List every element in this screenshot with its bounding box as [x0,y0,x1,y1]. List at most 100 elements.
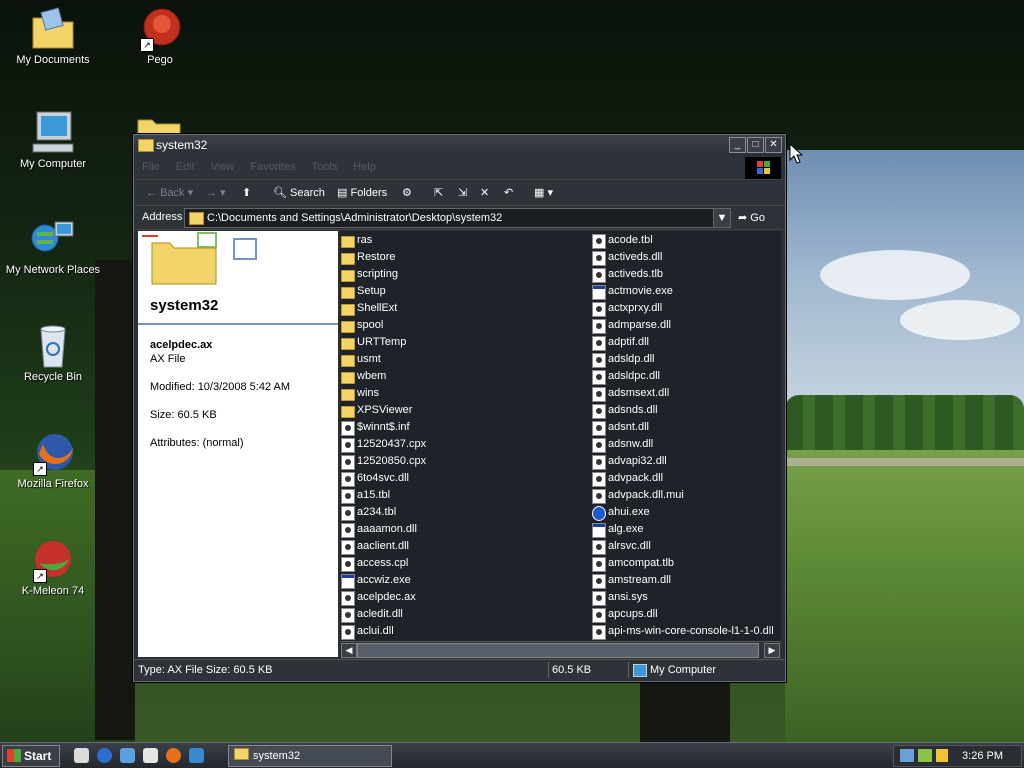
up-folder-icon[interactable]: ⬆ [242,185,251,201]
menu-help[interactable]: Help [345,157,384,173]
file-name: alg.exe [608,523,644,535]
copy-to-icon[interactable]: ⇲ [458,185,467,201]
file-list-item[interactable]: activeds.tlb [592,266,774,283]
maximize-button[interactable]: □ [747,137,764,153]
file-list-item[interactable]: adsldp.dll [592,351,774,368]
file-list-item[interactable]: usmt [341,351,426,368]
network-tray-icon[interactable] [900,749,914,762]
tray-icon[interactable] [918,749,932,762]
file-list-item[interactable]: advapi32.dll [592,453,774,470]
file-list-item[interactable]: acledit.dll [341,606,426,623]
file-list-item[interactable]: apcups.dll [592,606,774,623]
start-button[interactable]: Start [2,745,60,767]
address-dropdown-button[interactable]: ▼ [713,209,730,227]
file-list-item[interactable]: alg.exe [592,521,774,538]
menu-view[interactable]: View [203,157,243,173]
file-list-item[interactable]: 12520437.cpx [341,436,426,453]
address-input[interactable]: C:\Documents and Settings\Administrator\… [184,208,731,228]
file-list-item[interactable]: acelpdec.ax [341,589,426,606]
taskbar-button-system32[interactable]: system32 [228,745,392,767]
file-list-item[interactable]: aaclient.dll [341,538,426,555]
desktop-icon-pego[interactable]: ↗ Pego [110,6,210,66]
file-list-item[interactable]: a234.tbl [341,504,426,521]
go-button[interactable]: ➦ Go [738,211,765,224]
file-list-item[interactable]: amcompat.tlb [592,555,774,572]
clock[interactable]: 3:26 PM [962,750,1003,762]
file-list-item[interactable]: admparse.dll [592,317,774,334]
file-list-item[interactable]: actxprxy.dll [592,300,774,317]
window-titlebar[interactable]: system32 _ □ ✕ [134,135,785,155]
file-list-item[interactable]: spool [341,317,426,334]
folder-options-icon[interactable]: ⚙ [402,185,412,201]
file-icon [592,336,606,351]
file-list-item[interactable]: advpack.dll.mui [592,487,774,504]
folders-button[interactable]: ▤ Folders [337,185,387,201]
file-list-item[interactable]: URTTemp [341,334,426,351]
desktop-icon-k-meleon[interactable]: ↗ K-Meleon 74 [3,537,103,597]
scroll-right-button[interactable]: ▶ [764,643,780,658]
file-list-item[interactable]: acode.tbl [592,232,774,249]
file-list-item[interactable]: wins [341,385,426,402]
file-list-item[interactable]: 12520850.cpx [341,453,426,470]
file-list-item[interactable]: wbem [341,368,426,385]
horizontal-scrollbar[interactable]: ◀ ▶ [340,641,781,658]
desktop-icon-my-computer[interactable]: My Computer [3,110,103,170]
scroll-thumb[interactable] [357,643,759,658]
file-list-item[interactable]: adptif.dll [592,334,774,351]
file-list-item[interactable]: 6to4svc.dll [341,470,426,487]
move-to-icon[interactable]: ⇱ [434,185,443,201]
file-list-item[interactable]: advpack.dll [592,470,774,487]
file-list-item[interactable]: access.cpl [341,555,426,572]
file-list-item[interactable]: Restore [341,249,426,266]
messenger-icon[interactable] [189,748,204,763]
back-button[interactable]: ← Back ▾ [146,185,193,201]
desktop-icon-firefox[interactable]: ↗ Mozilla Firefox [3,430,103,490]
explorer-window[interactable]: system32 _ □ ✕ File Edit View Favorites Tool… [133,134,786,682]
file-list-item[interactable]: adsnw.dll [592,436,774,453]
views-button[interactable]: ▦ ▾ [534,185,553,201]
desktop-icon-my-documents[interactable]: My Documents [3,6,103,66]
file-list-item[interactable]: a15.tbl [341,487,426,504]
menu-tools[interactable]: Tools [304,157,346,173]
undo-icon[interactable]: ↶ [504,185,513,201]
file-list-item[interactable]: adsnds.dll [592,402,774,419]
file-list-item[interactable]: XPSViewer [341,402,426,419]
close-button[interactable]: ✕ [765,137,782,153]
menu-edit[interactable]: Edit [168,157,203,173]
internet-explorer-icon[interactable] [97,748,112,763]
outlook-express-icon[interactable] [120,748,135,763]
tray-icon[interactable] [936,749,948,762]
file-list-item[interactable]: actmovie.exe [592,283,774,300]
scroll-left-button[interactable]: ◀ [341,643,357,658]
delete-icon[interactable]: ✕ [480,185,489,201]
file-list-item[interactable]: activeds.dll [592,249,774,266]
file-list-item[interactable]: accwiz.exe [341,572,426,589]
windows-explorer-icon[interactable] [143,748,158,763]
file-list-item[interactable]: adsnt.dll [592,419,774,436]
file-list-item[interactable]: $winnt$.inf [341,419,426,436]
file-list-item[interactable]: ahui.exe [592,504,774,521]
file-list-item[interactable]: aaaamon.dll [341,521,426,538]
file-list-item[interactable]: amstream.dll [592,572,774,589]
file-list-item[interactable]: alrsvc.dll [592,538,774,555]
menu-file[interactable]: File [134,157,168,173]
show-desktop-icon[interactable] [74,748,89,763]
file-column-2: acode.tbl activeds.dll activeds.tlb actmovi… [592,232,774,640]
search-button[interactable]: 🔍︎ Search [273,185,325,201]
desktop-icon-network-places[interactable]: My Network Places [3,216,103,276]
file-list-item[interactable]: adsldpc.dll [592,368,774,385]
file-list-item[interactable]: api-ms-win-core-console-l1-1-0.dll [592,623,774,640]
file-list-item[interactable]: ansi.sys [592,589,774,606]
desktop-icon-recycle-bin[interactable]: Recycle Bin [3,323,103,383]
file-list-item[interactable]: ShellExt [341,300,426,317]
file-list-item[interactable]: ras [341,232,426,249]
file-list-item[interactable]: scripting [341,266,426,283]
firefox-icon[interactable] [166,748,181,763]
file-list-item[interactable]: Setup [341,283,426,300]
menu-favorites[interactable]: Favorites [242,157,303,173]
file-list-item[interactable]: aclui.dll [341,623,426,640]
minimize-button[interactable]: _ [729,137,746,153]
file-list[interactable]: ras Restore scripting Setup ShellExt spool URT… [340,231,781,641]
forward-button[interactable]: → ▾ [206,185,226,201]
file-list-item[interactable]: adsmsext.dll [592,385,774,402]
